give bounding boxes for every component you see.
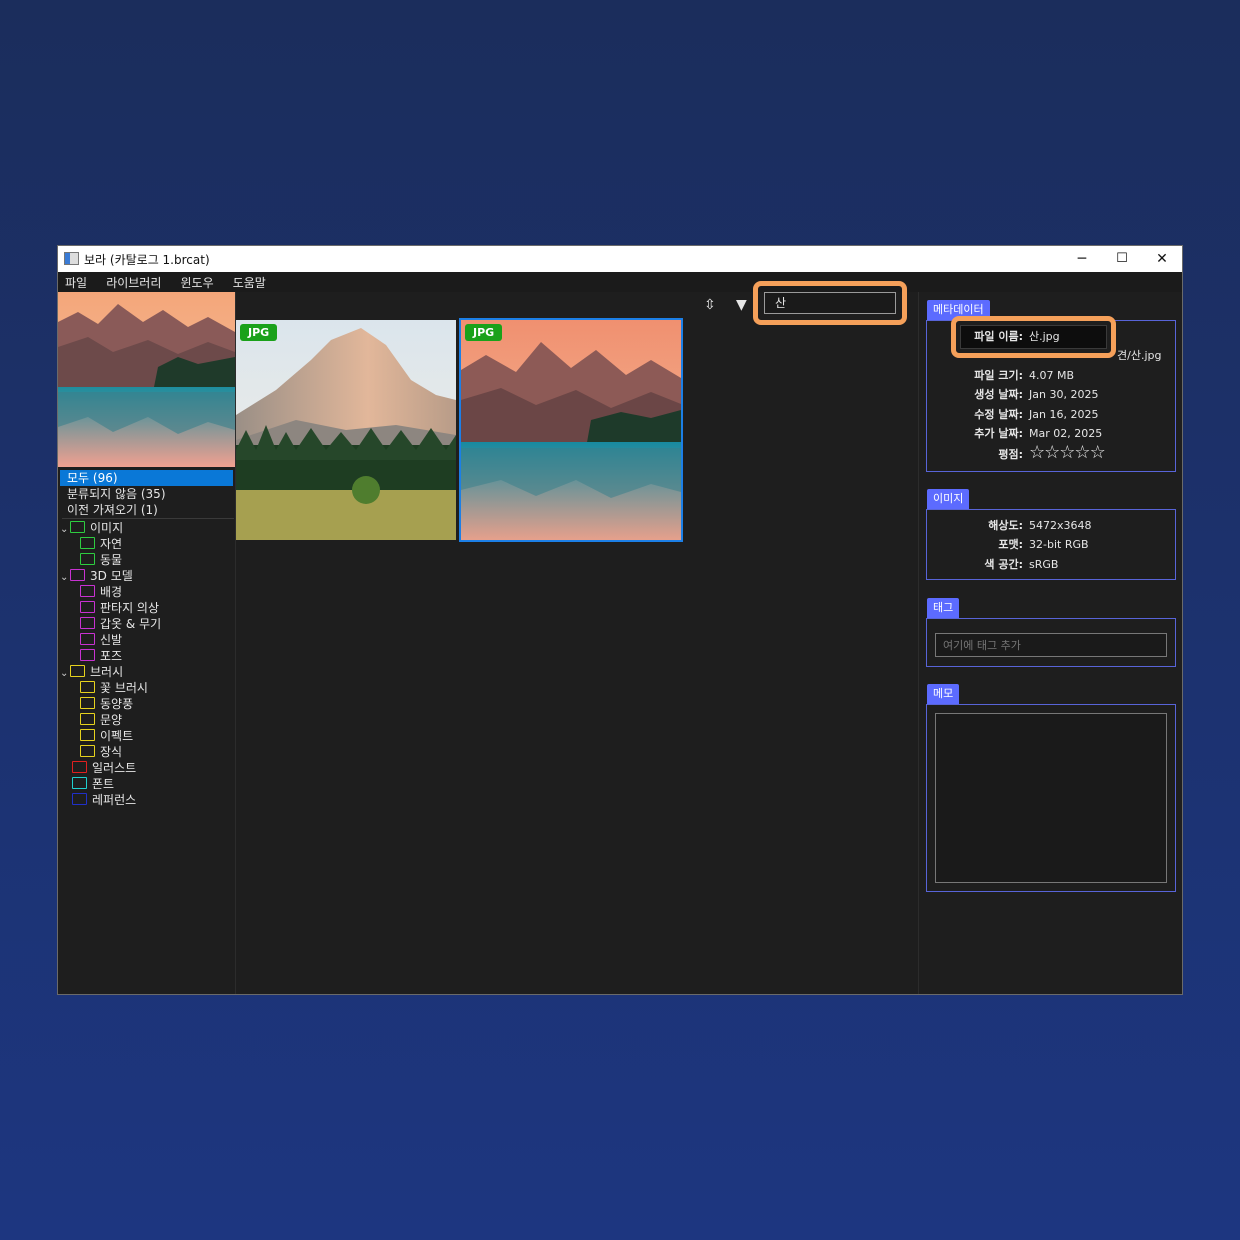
metadata-group: 파일 이름: 산.jpg 견/산.jpg 파일 크기: 4.07 MB 생성 날…: [926, 316, 1176, 472]
tree-item-decoration[interactable]: 장식: [80, 744, 122, 760]
folder-icon: [72, 761, 87, 773]
search-input[interactable]: 산: [764, 292, 896, 314]
image-row-colorspace: 색 공간: sRGB: [984, 558, 1059, 571]
tree-item-fantasy-costume[interactable]: 판타지 의상: [80, 600, 159, 616]
file-type-badge: JPG: [465, 324, 503, 341]
tree-item-shoes[interactable]: 신발: [80, 632, 122, 648]
tab-tags[interactable]: 태그: [927, 598, 960, 618]
meta-row-created: 생성 날짜: Jan 30, 2025: [974, 388, 1099, 401]
maximize-button[interactable]: ☐: [1102, 246, 1142, 272]
tab-memo[interactable]: 메모: [927, 684, 960, 704]
menu-window[interactable]: 윈도우: [180, 273, 213, 293]
memo-textarea[interactable]: [935, 713, 1167, 883]
library-item-all[interactable]: 모두 (96): [60, 470, 233, 486]
folder-icon: [80, 713, 95, 725]
thumbnail-item[interactable]: JPG: [236, 320, 456, 540]
tree-group-images[interactable]: ⌄ 이미지: [60, 520, 123, 536]
memo-group: [926, 704, 1176, 892]
star-icon[interactable]: ☆: [1059, 442, 1075, 463]
folder-icon: [80, 681, 95, 693]
folder-icon: [80, 633, 95, 645]
meta-row-rating: 평점: ☆☆☆☆☆: [998, 442, 1106, 463]
chevron-down-icon[interactable]: ⌄: [60, 522, 70, 538]
star-icon[interactable]: ☆: [1044, 442, 1060, 463]
thumbnail-grid: ⇳ ▼ 산 JPG JPG: [236, 281, 919, 994]
tree-item-poses[interactable]: 포즈: [80, 648, 122, 664]
window-title: 보라 (카탈로그 1.brcat): [84, 253, 210, 267]
folder-icon: [80, 745, 95, 757]
tree-item-nature[interactable]: 자연: [80, 536, 122, 552]
image-row-format: 포맷: 32-bit RGB: [998, 538, 1089, 551]
tree-item-effect[interactable]: 이펙트: [80, 728, 133, 744]
folder-icon: [72, 777, 87, 789]
folder-icon: [80, 585, 95, 597]
tag-input[interactable]: [935, 633, 1167, 657]
search-highlight: 산: [753, 281, 907, 325]
app-window: 보라 (카탈로그 1.brcat) ─ ☐ ✕ 파일 라이브러리 윈도우 도움말: [57, 245, 1183, 995]
folder-icon: [80, 729, 95, 741]
folder-icon: [72, 793, 87, 805]
file-type-badge: JPG: [240, 324, 278, 341]
star-icon[interactable]: ☆: [1074, 442, 1090, 463]
tree-group-brushes[interactable]: ⌄ 브러시: [60, 664, 123, 680]
minimize-button[interactable]: ─: [1062, 246, 1102, 272]
sort-icon[interactable]: ⇳: [704, 297, 716, 313]
chevron-down-icon[interactable]: ⌄: [60, 570, 70, 586]
menu-library[interactable]: 라이브러리: [106, 273, 161, 293]
tree-item-oriental[interactable]: 동양풍: [80, 696, 133, 712]
image-row-resolution: 해상도: 5472x3648: [988, 519, 1092, 532]
tree-item-animals[interactable]: 동물: [80, 552, 122, 568]
star-icon[interactable]: ☆: [1029, 442, 1045, 463]
folder-icon: [70, 521, 85, 533]
library-item-uncategorized[interactable]: 분류되지 않음 (35): [60, 486, 233, 502]
meta-row-filename: 파일 이름: 산.jpg: [974, 330, 1060, 343]
tree-item-fonts[interactable]: 폰트: [72, 776, 114, 792]
divider: [62, 518, 234, 519]
selected-image-preview: [58, 292, 235, 467]
filter-icon[interactable]: ▼: [736, 297, 747, 313]
meta-row-size: 파일 크기: 4.07 MB: [974, 369, 1075, 382]
tree-item-background[interactable]: 배경: [80, 584, 122, 600]
tree-item-illustration[interactable]: 일러스트: [72, 760, 136, 776]
rating-stars[interactable]: ☆☆☆☆☆: [1029, 442, 1106, 463]
folder-icon: [80, 697, 95, 709]
tree-group-3d-models[interactable]: ⌄ 3D 모델: [60, 568, 133, 584]
star-icon[interactable]: ☆: [1090, 442, 1106, 463]
folder-icon: [80, 617, 95, 629]
chevron-down-icon[interactable]: ⌄: [60, 666, 70, 682]
title-bar: 보라 (카탈로그 1.brcat) ─ ☐ ✕: [58, 246, 1182, 272]
library-item-previous-import[interactable]: 이전 가져오기 (1): [60, 502, 233, 518]
meta-row-added: 추가 날짜: Mar 02, 2025: [974, 427, 1103, 440]
tree-item-pattern[interactable]: 문양: [80, 712, 122, 728]
menu-file[interactable]: 파일: [65, 273, 87, 293]
folder-icon: [80, 553, 95, 565]
inspector-panel: 메타데이터 파일 이름: 산.jpg 견/산.jpg 파일 크기: 4.07 M…: [919, 292, 1182, 994]
tab-image[interactable]: 이미지: [927, 489, 970, 509]
menu-help[interactable]: 도움말: [233, 273, 266, 293]
sidebar: 모두 (96) 분류되지 않음 (35) 이전 가져오기 (1) ⌄ 이미지 자연…: [58, 292, 236, 994]
folder-icon: [70, 569, 85, 581]
folder-icon: [70, 665, 85, 677]
tree-item-armor-weapons[interactable]: 갑옷 & 무기: [80, 616, 161, 632]
meta-path-tail: 견/산.jpg: [1117, 349, 1162, 362]
tags-group: [926, 618, 1176, 667]
tree-item-flower-brush[interactable]: 꽃 브러시: [80, 680, 148, 696]
image-group: 해상도: 5472x3648 포맷: 32-bit RGB 색 공간: sRGB: [926, 509, 1176, 580]
tree-item-reference[interactable]: 레퍼런스: [72, 792, 136, 808]
folder-icon: [80, 649, 95, 661]
folder-icon: [80, 537, 95, 549]
meta-row-modified: 수정 날짜: Jan 16, 2025: [974, 408, 1099, 421]
folder-icon: [80, 601, 95, 613]
close-button[interactable]: ✕: [1142, 246, 1182, 272]
app-icon: [64, 252, 79, 265]
thumbnail-item-selected[interactable]: JPG: [459, 318, 683, 542]
menu-bar: 파일 라이브러리 윈도우 도움말: [58, 272, 1182, 292]
